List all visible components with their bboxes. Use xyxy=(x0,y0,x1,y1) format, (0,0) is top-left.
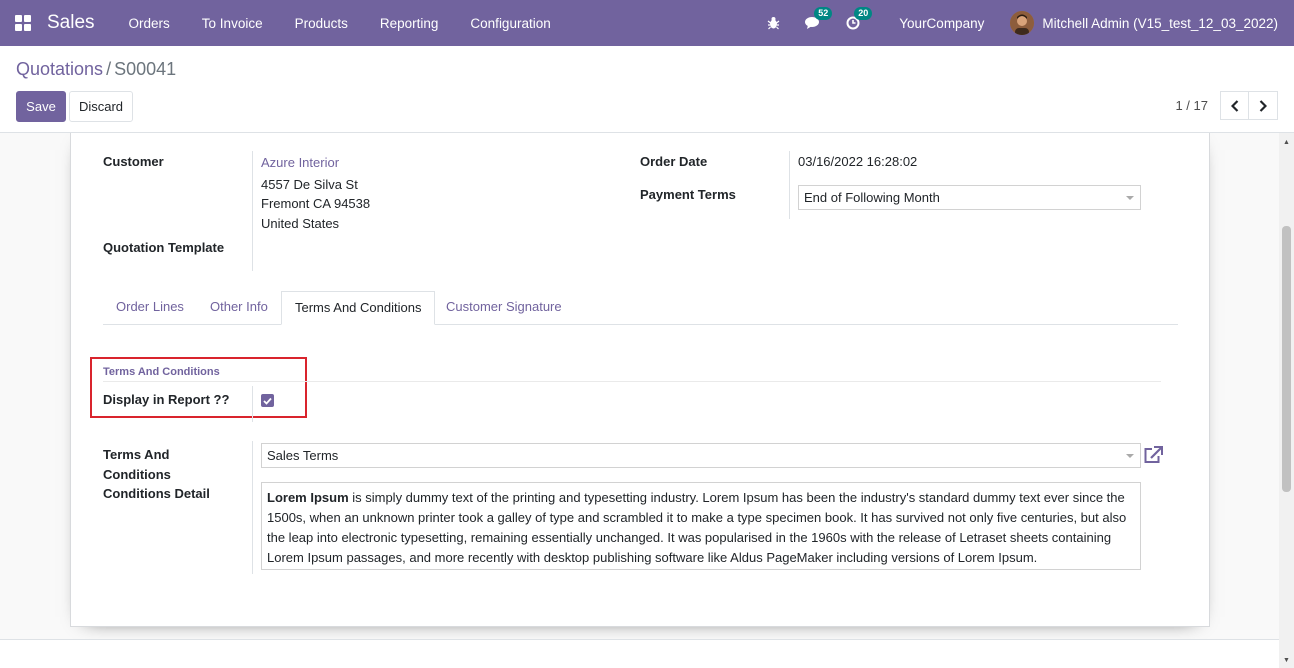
form-sheet: Customer Azure Interior 4557 De Silva St… xyxy=(70,133,1210,627)
terms-detail-editor[interactable]: Lorem Ipsum is simply dummy text of the … xyxy=(261,482,1141,570)
field-divider xyxy=(252,386,253,422)
chatter-bar xyxy=(0,639,1279,668)
clock-icon[interactable]: 20 xyxy=(845,7,873,31)
terms-detail-label: Terms And Conditions Conditions Detail xyxy=(103,445,210,504)
pager-next-button[interactable] xyxy=(1249,91,1278,120)
terms-text-body: is simply dummy text of the printing and… xyxy=(267,490,1127,565)
chevron-down-icon xyxy=(1126,196,1134,200)
address-line-1: 4557 De Silva St xyxy=(261,177,358,192)
bug-icon[interactable] xyxy=(765,15,781,31)
tab-other-info[interactable]: Other Info xyxy=(197,291,281,325)
group-separator xyxy=(103,381,1161,382)
field-divider xyxy=(252,151,253,271)
external-link-icon[interactable] xyxy=(1143,446,1163,467)
avatar[interactable] xyxy=(1010,11,1035,35)
checkmark-icon xyxy=(263,397,272,405)
quotation-template-label: Quotation Template xyxy=(103,240,225,255)
navbar-systray: 52 20 YourCompany Mitchell Admin (V15_te… xyxy=(753,0,1278,46)
order-date-label: Order Date xyxy=(640,154,708,169)
tab-customer-signature[interactable]: Customer Signature xyxy=(433,291,575,325)
tab-order-lines[interactable]: Order Lines xyxy=(103,291,197,325)
pager-previous-button[interactable] xyxy=(1220,91,1249,120)
user-menu[interactable]: Mitchell Admin (V15_test_12_03_2022) xyxy=(1042,16,1278,31)
customer-link[interactable]: Azure Interior xyxy=(261,155,339,170)
save-button[interactable]: Save xyxy=(16,91,66,122)
terms-group-title: Terms And Conditions xyxy=(103,366,220,378)
breadcrumb-quotations[interactable]: Quotations xyxy=(16,59,103,79)
top-navbar: Sales Orders To Invoice Products Reporti… xyxy=(0,0,1294,46)
scroll-thumb[interactable] xyxy=(1282,226,1291,492)
notebook-tabs: Order Lines Other Info Terms And Conditi… xyxy=(103,291,1178,325)
order-date-value[interactable]: 03/16/2022 16:28:02 xyxy=(798,154,917,169)
control-panel: Quotations / S00041 Save Discard 1 / 17 xyxy=(0,46,1294,133)
company-switcher[interactable]: YourCompany xyxy=(899,16,984,31)
terms-template-value: Sales Terms xyxy=(267,448,339,463)
terms-text-bold: Lorem Ipsum xyxy=(267,490,349,505)
chevron-left-icon xyxy=(1230,99,1238,112)
form-content-area: Customer Azure Interior 4557 De Silva St… xyxy=(0,133,1294,668)
customer-label: Customer xyxy=(103,154,164,169)
breadcrumb-separator: / xyxy=(106,59,112,79)
terms-detail-label-line-3: Conditions Detail xyxy=(103,486,210,501)
terms-detail-label-line-2: Conditions xyxy=(103,466,171,482)
menu-orders[interactable]: Orders xyxy=(113,0,186,46)
breadcrumb: Quotations / S00041 xyxy=(16,59,176,80)
chat-icon[interactable]: 52 xyxy=(805,7,833,31)
address-line-2: Fremont CA 94538 xyxy=(261,196,371,211)
display-in-report-checkbox[interactable] xyxy=(261,394,274,407)
menu-configuration[interactable]: Configuration xyxy=(454,0,566,46)
scrollbar[interactable]: ▲ ▼ xyxy=(1279,133,1294,668)
display-in-report-label: Display in Report ?? xyxy=(103,392,230,407)
menu-to-invoice[interactable]: To Invoice xyxy=(186,0,279,46)
pager-value[interactable]: 1 / 17 xyxy=(1175,98,1208,113)
messages-count-badge: 52 xyxy=(814,7,833,20)
payment-terms-select[interactable]: End of Following Month xyxy=(798,185,1141,210)
menu-products[interactable]: Products xyxy=(279,0,364,46)
activities-count-badge: 20 xyxy=(854,7,873,20)
chevron-down-icon xyxy=(1126,454,1134,458)
terms-template-select[interactable]: Sales Terms xyxy=(261,443,1141,468)
terms-detail-label-line-1: Terms And xyxy=(103,447,170,462)
chevron-right-icon xyxy=(1259,99,1267,112)
menu-reporting[interactable]: Reporting xyxy=(364,0,455,46)
scroll-down-icon[interactable]: ▼ xyxy=(1283,657,1290,664)
payment-terms-label: Payment Terms xyxy=(640,187,736,202)
address-line-3: United States xyxy=(261,216,340,231)
field-divider xyxy=(789,151,790,219)
apps-grid-icon[interactable] xyxy=(0,0,46,46)
payment-terms-value: End of Following Month xyxy=(804,190,940,205)
pager-buttons xyxy=(1220,91,1278,120)
scroll-up-icon[interactable]: ▲ xyxy=(1283,139,1290,146)
field-divider xyxy=(252,441,253,574)
app-name[interactable]: Sales xyxy=(47,12,95,34)
breadcrumb-current: S00041 xyxy=(114,59,177,79)
tab-terms-and-conditions[interactable]: Terms And Conditions xyxy=(281,291,436,325)
discard-button[interactable]: Discard xyxy=(69,91,133,122)
